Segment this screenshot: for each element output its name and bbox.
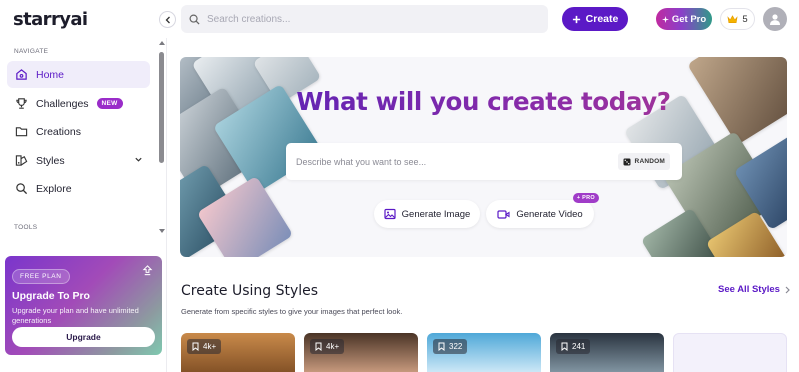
user-avatar[interactable]: [763, 7, 787, 31]
hero-banner: What will you create today? RANDOM Gener…: [180, 57, 787, 257]
style-count-badge: 4k+: [310, 339, 345, 354]
new-badge: NEW: [96, 98, 123, 109]
sidebar-item-label: Creations: [36, 125, 81, 138]
sidebar-item-styles[interactable]: Styles: [7, 147, 150, 174]
style-card[interactable]: 4k+: [181, 333, 295, 372]
prompt-input[interactable]: [296, 156, 596, 167]
plus-icon: [572, 15, 580, 23]
bookmark-icon: [192, 342, 199, 351]
generate-image-button[interactable]: Generate Image: [374, 200, 480, 228]
sidebar: NAVIGATE Home Challenges NEW Creations S…: [0, 38, 167, 372]
style-count-badge: 241: [556, 339, 591, 354]
upgrade-button[interactable]: Upgrade: [12, 327, 155, 347]
dice-icon: [623, 158, 631, 165]
chevron-left-icon: [165, 16, 170, 23]
generate-video-label: Generate Video: [516, 208, 583, 220]
sparkle-icon: [661, 15, 669, 23]
sidebar-item-home[interactable]: Home: [7, 61, 150, 88]
style-card[interactable]: 322: [427, 333, 541, 372]
style-count-badge: 322: [433, 339, 468, 354]
scroll-down-arrow[interactable]: [159, 229, 165, 233]
sidebar-scrollbar[interactable]: [159, 52, 164, 163]
style-card[interactable]: 4k+: [304, 333, 418, 372]
trophy-icon: [16, 98, 27, 109]
upgrade-arrow-icon: [142, 265, 153, 276]
credits-value: 5: [742, 13, 748, 25]
chevron-right-icon: [785, 286, 790, 293]
get-pro-button[interactable]: Get Pro: [656, 8, 712, 30]
app-root: starryai Create Get Pro 5 NAVIGATE Home …: [0, 0, 799, 372]
styles-icon: [15, 155, 28, 166]
sidebar-item-challenges[interactable]: Challenges NEW: [7, 90, 150, 117]
starryai-logo[interactable]: starryai: [13, 9, 88, 30]
tools-label: TOOLS: [14, 224, 38, 231]
sidebar-item-label: Explore: [36, 182, 72, 195]
upgrade-card: FREE PLAN Upgrade To Pro Upgrade your pl…: [5, 256, 162, 355]
upgrade-description: Upgrade your plan and have unlimited gen…: [12, 306, 139, 325]
see-all-label: See All Styles: [718, 284, 780, 295]
sidebar-item-creations[interactable]: Creations: [7, 118, 150, 145]
search-input[interactable]: [207, 13, 527, 25]
credits-counter[interactable]: 5: [720, 8, 755, 30]
search-icon: [189, 14, 200, 25]
random-label: RANDOM: [634, 158, 665, 165]
collapse-sidebar-button[interactable]: [159, 11, 176, 28]
plan-badge: FREE PLAN: [12, 269, 70, 284]
style-count: 4k+: [203, 342, 217, 351]
chevron-down-icon[interactable]: [134, 155, 143, 164]
upgrade-title: Upgrade To Pro: [12, 290, 90, 302]
style-count: 322: [449, 342, 463, 351]
random-button[interactable]: RANDOM: [617, 153, 670, 170]
sidebar-item-explore[interactable]: Explore: [7, 175, 150, 202]
sidebar-item-label: Styles: [36, 154, 65, 167]
styles-section-title: Create Using Styles: [181, 283, 319, 299]
get-pro-label: Get Pro: [671, 13, 707, 25]
style-count: 241: [572, 342, 586, 351]
create-label: Create: [585, 13, 619, 25]
folder-icon: [15, 127, 28, 137]
style-count-badge: 4k+: [187, 339, 222, 354]
sidebar-item-label: Challenges: [36, 97, 89, 110]
prompt-box[interactable]: RANDOM: [286, 143, 682, 180]
hero-title: What will you create today?: [180, 87, 787, 116]
search-bar[interactable]: [181, 5, 548, 33]
video-icon: [497, 209, 510, 219]
see-all-styles-link[interactable]: See All Styles: [718, 284, 791, 295]
crown-icon: [727, 15, 738, 23]
scroll-up-arrow[interactable]: [159, 41, 165, 45]
bookmark-icon: [438, 342, 445, 351]
generate-video-button[interactable]: Generate Video + PRO: [486, 193, 599, 228]
bookmark-icon: [561, 342, 568, 351]
styles-section-subtitle: Generate from specific styles to give yo…: [181, 307, 403, 316]
search-icon: [16, 183, 28, 195]
style-card-placeholder[interactable]: [673, 333, 787, 372]
create-button[interactable]: Create: [562, 7, 628, 31]
user-icon: [770, 14, 780, 25]
generate-image-label: Generate Image: [401, 208, 471, 220]
home-icon: [16, 69, 27, 80]
style-card[interactable]: 241: [550, 333, 664, 372]
bookmark-icon: [315, 342, 322, 351]
navigate-label: NAVIGATE: [14, 48, 49, 55]
pro-badge: + PRO: [572, 193, 599, 203]
sidebar-item-label: Home: [36, 68, 65, 81]
image-icon: [384, 208, 396, 220]
style-count: 4k+: [326, 342, 340, 351]
